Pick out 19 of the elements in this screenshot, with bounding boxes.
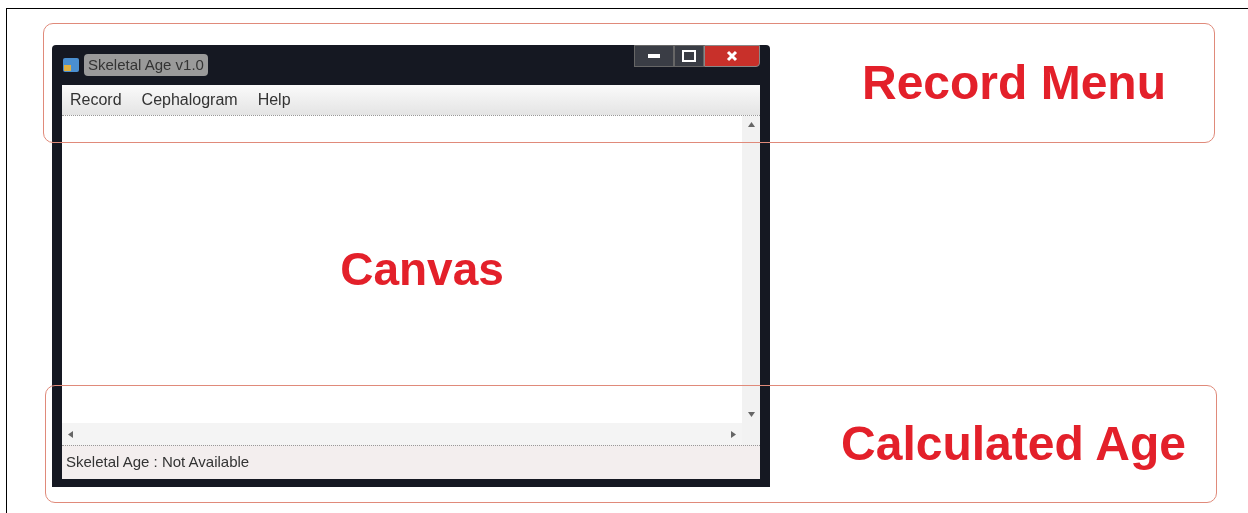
canvas-label: Canvas	[340, 242, 504, 297]
menu-item[interactable]: Help	[257, 88, 291, 112]
maximize-icon	[682, 50, 696, 62]
scroll-down-icon	[747, 412, 755, 417]
status-text: Skeletal Age : Not Available	[66, 452, 250, 473]
scroll-up-icon	[747, 122, 755, 127]
menu-item[interactable]: Record	[70, 88, 122, 112]
close-button[interactable]	[704, 45, 760, 67]
callout-label: Calculated Age	[841, 416, 1186, 472]
app-icon	[62, 56, 80, 74]
maximize-button[interactable]	[674, 45, 704, 67]
minimize-button[interactable]	[634, 45, 674, 67]
scroll-right-icon	[731, 430, 736, 438]
scroll-left-icon	[68, 430, 73, 438]
close-icon	[726, 50, 738, 62]
minimize-icon	[648, 54, 660, 58]
window-title: Skeletal Age v1.0	[84, 53, 208, 77]
menu-item[interactable]: Cephalogram	[141, 88, 238, 112]
callout-label: Record Menu	[861, 55, 1166, 111]
